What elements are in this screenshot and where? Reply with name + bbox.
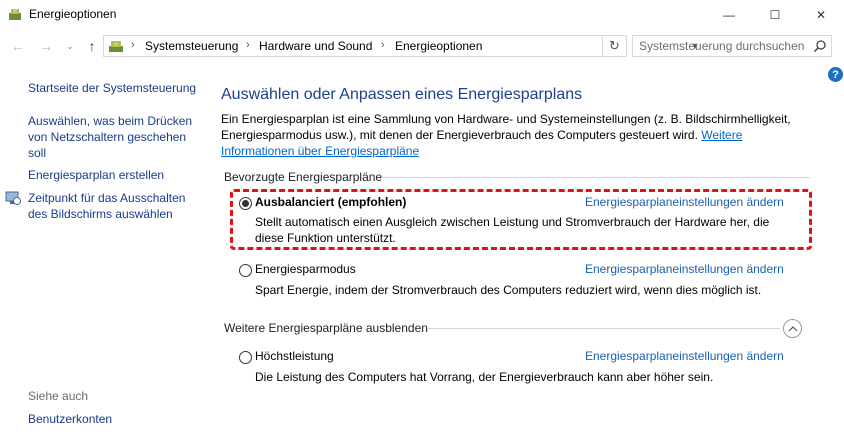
- breadcrumb-separator-icon: ›: [381, 39, 385, 51]
- plan-high-performance-change-link[interactable]: Energiesparplaneinstellungen ändern: [585, 349, 784, 363]
- preferred-plans-heading: Bevorzugte Energiesparpläne: [224, 170, 383, 184]
- section-divider: [428, 328, 780, 329]
- breadcrumb-hardware-und-sound[interactable]: Hardware und Sound: [259, 39, 372, 53]
- see-also-label: Siehe auch: [28, 389, 89, 403]
- up-arrow-icon[interactable]: ↑: [84, 38, 100, 54]
- navigation-bar: ← → ⌄ ↑ › Systemsteuerung › Hardware und…: [0, 30, 844, 62]
- sidebar-link-create-plan[interactable]: Energiesparplan erstellen: [28, 167, 198, 183]
- selected-plan-highlight: [230, 189, 812, 250]
- plan-high-performance-radio[interactable]: [239, 351, 252, 364]
- search-input[interactable]: [639, 39, 809, 53]
- back-arrow-icon[interactable]: ←: [10, 38, 26, 54]
- plan-high-performance-name[interactable]: Höchstleistung: [255, 349, 334, 363]
- forward-arrow-icon[interactable]: →: [38, 38, 54, 54]
- search-box[interactable]: [632, 35, 832, 57]
- sidebar-link-power-buttons[interactable]: Auswählen, was beim Drücken von Netzscha…: [28, 113, 198, 161]
- breadcrumb-separator-icon: ›: [246, 39, 250, 51]
- breadcrumb-energieoptionen[interactable]: Energieoptionen: [395, 39, 482, 53]
- close-button[interactable]: ✕: [798, 0, 844, 30]
- recent-locations-icon[interactable]: ⌄: [62, 38, 78, 54]
- intro-text: Ein Energiesparplan ist eine Sammlung vo…: [221, 111, 791, 159]
- plan-energy-saver-radio[interactable]: [239, 264, 252, 277]
- page-title: Auswählen oder Anpassen eines Energiespa…: [221, 86, 583, 103]
- breadcrumb-separator-icon: ›: [131, 39, 135, 51]
- plan-energy-saver-name[interactable]: Energiesparmodus: [255, 262, 356, 276]
- plan-high-performance-description: Die Leistung des Computers hat Vorrang, …: [255, 370, 714, 384]
- monitor-clock-icon: [5, 190, 21, 206]
- collapse-chevron-icon[interactable]: [783, 319, 802, 338]
- plan-energy-saver-change-link[interactable]: Energiesparplaneinstellungen ändern: [585, 262, 784, 276]
- control-panel-icon: [108, 38, 124, 54]
- section-divider: [382, 177, 810, 178]
- sidebar-link-display-timeout[interactable]: Zeitpunkt für das Ausschalten des Bildsc…: [28, 190, 198, 222]
- help-icon[interactable]: ?: [828, 67, 843, 82]
- refresh-icon[interactable]: ↻: [603, 35, 627, 57]
- address-bar[interactable]: › Systemsteuerung › Hardware und Sound ›…: [103, 35, 699, 57]
- title-bar: Energieoptionen — ☐ ✕: [0, 0, 844, 30]
- plan-energy-saver-description: Spart Energie, indem der Stromverbrauch …: [255, 283, 762, 297]
- search-icon[interactable]: [813, 39, 827, 53]
- more-plans-heading: Weitere Energiesparpläne ausblenden: [224, 321, 428, 335]
- sidebar-link-user-accounts[interactable]: Benutzerkonten: [28, 411, 198, 427]
- minimize-button[interactable]: —: [706, 0, 752, 30]
- maximize-button[interactable]: ☐: [752, 0, 798, 30]
- breadcrumb-systemsteuerung[interactable]: Systemsteuerung: [145, 39, 238, 53]
- sidebar-link-home[interactable]: Startseite der Systemsteuerung: [28, 80, 198, 96]
- window-title: Energieoptionen: [29, 7, 117, 21]
- power-options-icon: [7, 6, 23, 22]
